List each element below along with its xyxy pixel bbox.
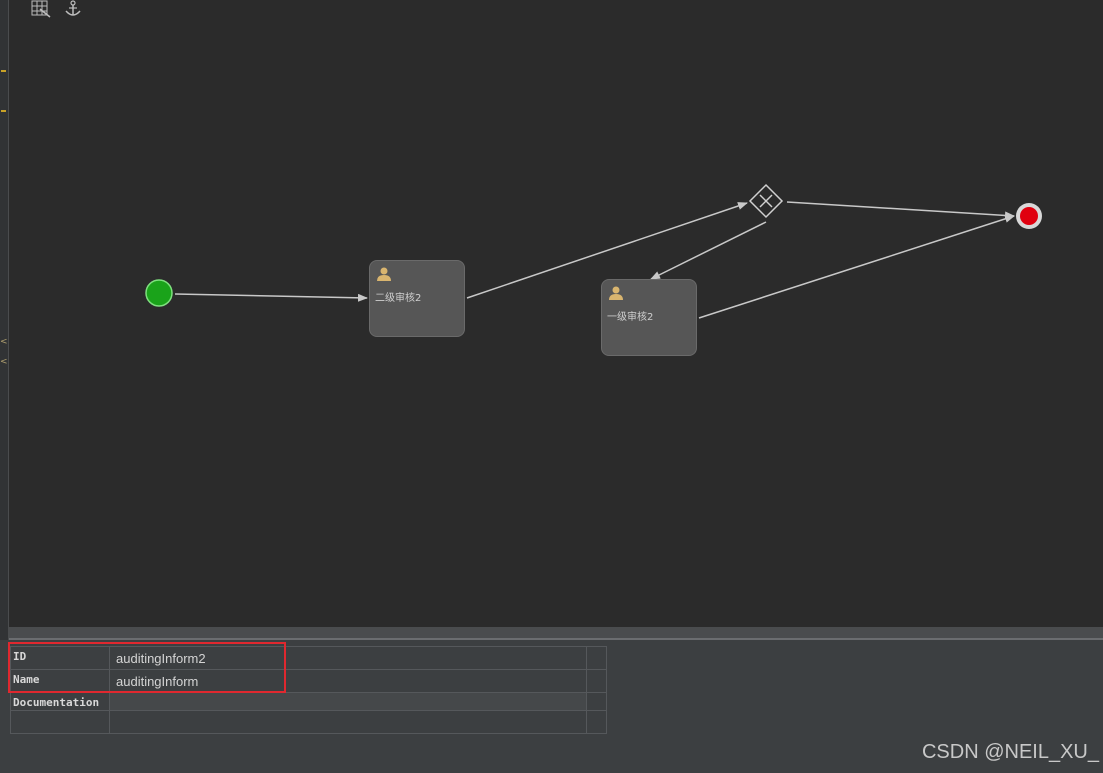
property-row [10,710,607,734]
property-extra-cell [586,692,607,711]
bpmn-diagram-canvas[interactable]: 二级审核2 一级审核2 [9,0,1103,627]
user-task[interactable]: 一级审核2 [601,279,697,356]
gutter-marker [1,70,6,72]
property-row: ID auditingInform2 [10,646,607,670]
sequence-flow[interactable] [650,221,767,280]
diagram-connections [145,183,1042,319]
property-key: Documentation [10,692,110,711]
property-key: Name [10,669,110,693]
properties-panel: ID auditingInform2 Name auditingInform D… [0,640,1103,773]
exclusive-gateway-icon[interactable] [748,183,784,219]
properties-table: ID auditingInform2 Name auditingInform D… [10,646,607,734]
name-field[interactable]: auditingInform [109,669,587,693]
task-label: 一级审核2 [607,312,654,323]
property-extra-cell [586,646,607,670]
property-key [10,710,110,734]
panel-splitter[interactable] [9,627,1103,640]
property-extra-cell [586,710,607,734]
user-icon [609,286,623,300]
gutter-marker [1,110,6,112]
task-label: 二级审核2 [375,293,422,304]
editor-gutter: < < [0,0,9,640]
property-row: Documentation [10,692,607,711]
sequence-flow[interactable] [786,201,1015,220]
id-field[interactable]: auditingInform2 [109,646,587,670]
property-row: Name auditingInform [10,669,607,693]
end-event-icon[interactable] [1016,203,1042,229]
watermark: CSDN @NEIL_XU_ [921,741,1099,763]
documentation-field[interactable] [109,692,587,711]
user-icon [377,267,391,281]
start-event-icon[interactable] [145,279,173,307]
user-task[interactable]: 二级审核2 [369,260,465,337]
gutter-chevron-icon[interactable]: < [0,338,8,347]
gutter-chevron-icon[interactable]: < [0,358,8,367]
property-extra-cell [586,669,607,693]
anchor-icon[interactable] [63,0,83,18]
empty-field[interactable] [109,710,587,734]
property-key: ID [10,646,110,670]
grid-icon[interactable] [31,0,51,18]
sequence-flow[interactable] [174,293,368,302]
